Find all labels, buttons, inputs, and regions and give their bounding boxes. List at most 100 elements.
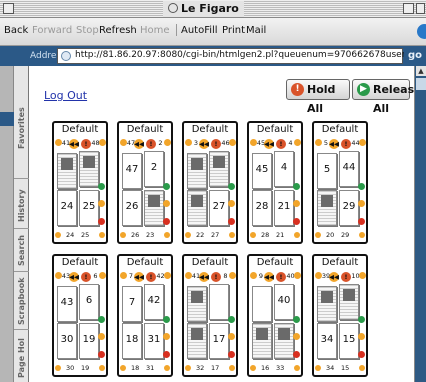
status-red-icon[interactable] <box>358 351 365 358</box>
hold-icon[interactable]: ! <box>276 139 286 149</box>
rewind-icon[interactable]: ◀◀ <box>199 139 209 149</box>
address-field[interactable]: http://81.86.20.97:8080/cgi-bin/htmlgen2… <box>57 48 419 64</box>
page-thumbnail[interactable] <box>317 286 337 322</box>
page-number[interactable]: 21 <box>274 190 294 226</box>
status-orange-icon[interactable] <box>163 200 170 207</box>
page-number[interactable]: 24 <box>57 190 77 226</box>
queue-card[interactable]: Default 39 ◀◀! 10 34 15 34 15 <box>312 254 368 377</box>
page-thumbnail[interactable] <box>57 153 77 189</box>
refresh-button[interactable]: Refresh <box>99 25 137 36</box>
hold-icon[interactable]: ! <box>211 272 221 282</box>
address-url[interactable]: http://81.86.20.97:8080/cgi-bin/htmlgen2… <box>75 50 419 60</box>
mail-button[interactable]: Mail <box>246 25 266 36</box>
status-green-icon[interactable] <box>163 183 170 190</box>
stop-button[interactable]: Stop <box>76 25 99 36</box>
hold-icon[interactable]: ! <box>146 139 156 149</box>
page-number[interactable]: 42 <box>144 284 164 320</box>
title-bar[interactable]: Le Figaro <box>0 0 426 18</box>
collapse-box[interactable] <box>416 3 425 14</box>
page-thumbnail[interactable] <box>274 323 294 359</box>
status-green-icon[interactable] <box>98 316 105 323</box>
print-button[interactable]: Print <box>222 25 245 36</box>
zoom-box[interactable] <box>403 3 414 14</box>
hold-icon[interactable]: ! <box>81 139 91 149</box>
status-red-icon[interactable] <box>163 218 170 225</box>
status-red-icon[interactable] <box>293 218 300 225</box>
status-green-icon[interactable] <box>358 316 365 323</box>
log-out-link[interactable]: Log Out <box>44 89 87 102</box>
scroll-thumb[interactable] <box>416 78 426 90</box>
tab-favorites[interactable]: Favorites <box>14 106 29 151</box>
status-orange-icon[interactable] <box>358 200 365 207</box>
close-box[interactable] <box>3 3 14 14</box>
status-green-icon[interactable] <box>228 316 235 323</box>
status-green-icon[interactable] <box>358 183 365 190</box>
page-number[interactable]: 7 <box>122 286 142 322</box>
page-thumbnail[interactable] <box>79 151 99 187</box>
page-number[interactable]: 2 <box>144 151 164 187</box>
scroll-up-icon[interactable]: ▲ <box>416 66 426 76</box>
rewind-icon[interactable]: ◀◀ <box>329 139 339 149</box>
page-number[interactable]: 28 <box>252 190 272 226</box>
page-number[interactable]: 27 <box>209 190 229 226</box>
hold-icon[interactable]: ! <box>146 272 156 282</box>
page-number[interactable]: 44 <box>339 151 359 187</box>
status-red-icon[interactable] <box>228 218 235 225</box>
status-orange-icon[interactable] <box>228 200 235 207</box>
status-red-icon[interactable] <box>98 351 105 358</box>
status-green-icon[interactable] <box>293 316 300 323</box>
page-number[interactable]: 26 <box>122 190 142 226</box>
status-green-icon[interactable] <box>293 183 300 190</box>
autofill-button[interactable]: AutoFill <box>181 25 218 36</box>
page-number[interactable]: 25 <box>79 190 99 226</box>
status-orange-icon[interactable] <box>293 333 300 340</box>
page-number[interactable]: 19 <box>79 323 99 359</box>
rewind-icon[interactable]: ◀◀ <box>69 272 79 282</box>
queue-card[interactable]: Default 5 ◀◀! 44 5 44 29 20 29 <box>312 121 368 244</box>
hold-icon[interactable]: ! <box>211 139 221 149</box>
home-button[interactable]: Home <box>140 25 170 36</box>
queue-card[interactable]: Default 47 ◀◀! 2 47 2 26 26 23 <box>117 121 173 244</box>
page-number[interactable] <box>209 284 229 320</box>
page-number[interactable]: 18 <box>122 323 142 359</box>
forward-button[interactable]: Forward <box>32 25 72 36</box>
hold-icon[interactable]: ! <box>341 272 351 282</box>
page-thumbnail[interactable] <box>187 190 207 226</box>
hold-icon[interactable]: ! <box>341 139 351 149</box>
status-red-icon[interactable] <box>293 351 300 358</box>
page-thumbnail[interactable] <box>187 286 207 322</box>
queue-card[interactable]: Default 41 ◀◀! 48 24 25 24 25 <box>52 121 108 244</box>
status-orange-icon[interactable] <box>228 333 235 340</box>
page-number[interactable]: 6 <box>79 284 99 320</box>
rewind-icon[interactable]: ◀◀ <box>199 272 209 282</box>
tab-scrapbook[interactable]: Scrapbook <box>14 274 29 329</box>
back-button[interactable]: Back <box>4 25 28 36</box>
status-orange-icon[interactable] <box>163 333 170 340</box>
rewind-icon[interactable]: ◀◀ <box>264 139 274 149</box>
hold-icon[interactable]: ! <box>81 272 91 282</box>
page-number[interactable]: 47 <box>122 153 142 189</box>
page-number[interactable]: 43 <box>57 286 77 322</box>
page-number[interactable]: 45 <box>252 153 272 189</box>
queue-card[interactable]: Default 3 ◀◀! 46 27 22 27 <box>182 121 238 244</box>
status-orange-icon[interactable] <box>293 200 300 207</box>
page-thumbnail[interactable] <box>187 323 207 359</box>
page-number[interactable]: 29 <box>339 190 359 226</box>
tab-history[interactable]: History <box>14 183 29 228</box>
status-red-icon[interactable] <box>228 351 235 358</box>
status-orange-icon[interactable] <box>98 200 105 207</box>
page-number[interactable]: 17 <box>209 323 229 359</box>
explorer-strip[interactable] <box>0 66 14 382</box>
tab-search[interactable]: Search <box>14 231 29 271</box>
go-button[interactable]: go <box>404 48 426 64</box>
page-thumbnail[interactable] <box>339 284 359 320</box>
status-green-icon[interactable] <box>228 183 235 190</box>
tab-page-holder[interactable]: Page Hol <box>14 334 29 382</box>
release-all-button[interactable]: ▶Release All <box>352 79 414 115</box>
page-number[interactable]: 34 <box>317 323 337 359</box>
rewind-icon[interactable]: ◀◀ <box>264 272 274 282</box>
status-red-icon[interactable] <box>163 351 170 358</box>
hold-icon[interactable]: ! <box>276 272 286 282</box>
page-number[interactable]: 15 <box>339 323 359 359</box>
queue-card[interactable]: Default 7 ◀◀! 42 7 42 18 31 18 31 <box>117 254 173 377</box>
